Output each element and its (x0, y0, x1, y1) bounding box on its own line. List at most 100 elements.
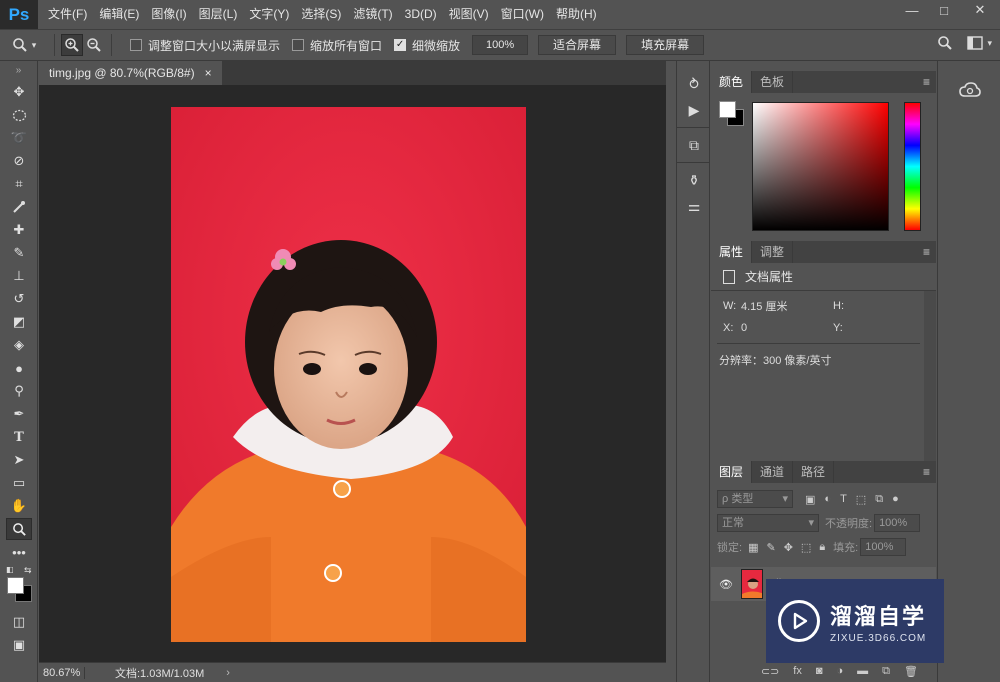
document-tab[interactable]: timg.jpg @ 80.7%(RGB/8#) × (39, 61, 222, 85)
width-value[interactable]: 4.15 厘米 (741, 298, 833, 314)
type-icon[interactable]: T (6, 426, 32, 448)
menu-help[interactable]: 帮助(H) (550, 0, 603, 29)
lock-image-icon[interactable]: ✎ (766, 541, 775, 554)
scrubby-zoom-checkbox[interactable]: ✓ 细微缩放 (394, 37, 460, 54)
menu-layer[interactable]: 图层(L) (193, 0, 244, 29)
resize-windows-checkbox[interactable]: 调整窗口大小以满屏显示 (130, 37, 280, 54)
marquee-icon[interactable] (6, 104, 32, 126)
zoom-all-windows-checkbox[interactable]: 缩放所有窗口 (292, 37, 382, 54)
move-icon[interactable]: ✥ (6, 81, 32, 103)
brush-icon[interactable]: ✎ (6, 242, 32, 264)
eraser-icon[interactable]: ◩ (6, 311, 32, 333)
fill-screen-button[interactable]: 填充屏幕 (626, 35, 705, 55)
more-tools-icon[interactable]: ••• (6, 541, 32, 563)
adjustment-filter-icon[interactable]: ◐ (824, 493, 831, 506)
zoom-out-button[interactable] (83, 34, 105, 56)
document-image[interactable] (171, 107, 526, 642)
type-filter-icon[interactable]: T (840, 493, 847, 506)
adjustment-layer-icon[interactable]: ◑ (837, 665, 844, 677)
zoom-tool-icon[interactable] (6, 518, 32, 540)
opacity-field[interactable]: 100% (874, 514, 921, 532)
properties-scrollbar[interactable] (924, 291, 936, 467)
status-menu-arrow-icon[interactable]: › (226, 667, 230, 679)
tab-channels[interactable]: 通道 (752, 461, 794, 483)
hand-icon[interactable]: ✋ (6, 495, 32, 517)
search-icon[interactable] (937, 35, 953, 51)
tab-properties[interactable]: 属性 (711, 241, 753, 263)
link-layers-icon[interactable]: ⊂⊃ (761, 665, 779, 678)
swap-colors-icon[interactable]: ⇆ (24, 565, 32, 576)
tab-adjustments[interactable]: 调整 (752, 241, 794, 263)
add-mask-icon[interactable]: ◙ (816, 665, 823, 677)
path-select-icon[interactable]: ➤ (6, 449, 32, 471)
healing-icon[interactable]: ✚ (6, 219, 32, 241)
tab-color[interactable]: 颜色 (711, 71, 753, 93)
close-button[interactable]: ✕ (960, 0, 1000, 20)
menu-type[interactable]: 文字(Y) (243, 0, 295, 29)
smart-object-filter-icon[interactable]: ⧉ (875, 493, 883, 506)
default-colors-icon[interactable]: ◧ (6, 565, 14, 574)
hue-slider[interactable] (904, 102, 921, 231)
lock-all-icon[interactable]: 🔒︎ (819, 541, 825, 554)
menu-edit[interactable]: 编辑(E) (93, 0, 145, 29)
panel-menu-icon[interactable]: ≡ (923, 71, 930, 93)
lasso-icon[interactable]: ➰ (6, 127, 32, 149)
menu-filter[interactable]: 滤镜(T) (347, 0, 398, 29)
zoom-level[interactable]: 80.67% (39, 666, 85, 679)
quick-mask-icon[interactable]: ◫ (6, 611, 32, 633)
panel-grip[interactable] (677, 61, 709, 71)
menu-image[interactable]: 图像(I) (145, 0, 192, 29)
stamp-icon[interactable]: ⊥ (6, 265, 32, 287)
menu-window[interactable]: 窗口(W) (495, 0, 550, 29)
color-field[interactable] (752, 102, 889, 231)
tab-swatches[interactable]: 色板 (752, 71, 794, 93)
panel-menu-icon[interactable]: ≡ (923, 461, 930, 483)
new-layer-icon[interactable]: ⧉ (882, 665, 890, 678)
pen-icon[interactable]: ✒ (6, 403, 32, 425)
checkbox-box-checked[interactable]: ✓ (394, 39, 407, 51)
tool-preset-picker[interactable]: ▾ (0, 37, 48, 53)
x-value[interactable]: 0 (741, 322, 833, 334)
crop-icon[interactable]: ⌗ (6, 173, 32, 195)
foreground-color-swatch[interactable] (719, 101, 736, 118)
foreground-color-swatch[interactable] (7, 577, 24, 594)
tool-presets-icon[interactable]: ⚌ (677, 193, 711, 219)
blur-icon[interactable]: ● (6, 357, 32, 379)
delete-layer-icon[interactable]: 🗑︎ (904, 665, 918, 678)
new-group-icon[interactable]: ▬ (857, 665, 868, 677)
tab-layers[interactable]: 图层 (711, 461, 753, 483)
maximize-button[interactable]: □ (928, 0, 960, 20)
zoom-in-button[interactable] (61, 34, 83, 56)
shape-filter-icon[interactable]: ⬚ (856, 493, 866, 506)
minimize-button[interactable]: — (896, 0, 928, 20)
lock-position-icon[interactable]: ✥ (784, 541, 793, 554)
bucket-icon[interactable]: ◈ (6, 334, 32, 356)
lock-transparent-icon[interactable]: ▦ (748, 541, 758, 554)
brush-preset-icon[interactable]: ⚱ (677, 167, 711, 193)
pixel-filter-icon[interactable]: ▣ (805, 493, 815, 506)
fx-icon[interactable]: fx (793, 665, 802, 677)
screen-mode-icon[interactable]: ▣ (6, 634, 32, 656)
menu-select[interactable]: 选择(S) (295, 0, 347, 29)
zoom-percent-field[interactable]: 100% (472, 35, 529, 55)
checkbox-box[interactable] (130, 39, 142, 51)
dodge-icon[interactable]: ⚲ (6, 380, 32, 402)
tab-paths[interactable]: 路径 (793, 461, 835, 483)
filter-toggle-icon[interactable]: ● (892, 493, 899, 506)
fill-field[interactable]: 100% (860, 538, 907, 556)
eyedropper-icon[interactable] (6, 196, 32, 218)
menu-view[interactable]: 视图(V) (443, 0, 495, 29)
paragraph-panel-icon[interactable]: ⧉ (677, 132, 711, 158)
layer-kind-select[interactable]: ρ 类型 ▾ (717, 490, 793, 508)
rectangle-icon[interactable]: ▭ (6, 472, 32, 494)
checkbox-box[interactable] (292, 39, 305, 51)
panel-menu-icon[interactable]: ≡ (923, 241, 930, 263)
quick-select-icon[interactable]: ⊘ (6, 150, 32, 172)
panel-grip-icon[interactable]: » (0, 61, 37, 81)
actions-panel-icon[interactable]: ▶ (677, 97, 711, 123)
visibility-eye-icon[interactable]: 👁︎ (719, 578, 733, 591)
canvas[interactable] (39, 85, 666, 662)
lock-artboard-icon[interactable]: ⬚ (801, 541, 811, 554)
creative-cloud-libraries-icon[interactable] (938, 75, 1000, 105)
close-tab-icon[interactable]: × (205, 66, 212, 80)
